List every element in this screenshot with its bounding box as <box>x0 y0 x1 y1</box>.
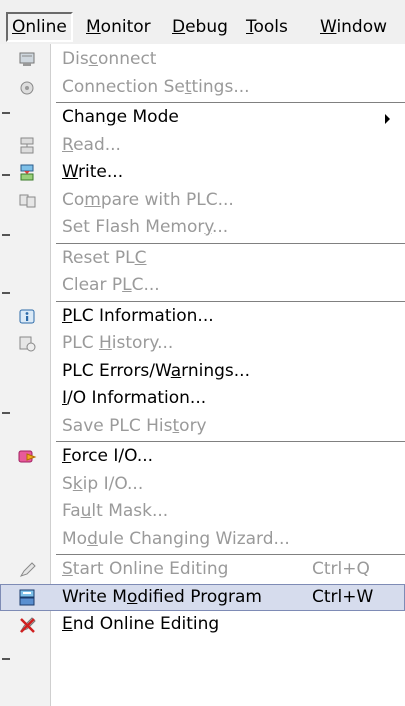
menu-bar: Online Monitor Debug Tools Window <box>0 0 405 44</box>
menu-item-write-modified-program[interactable]: Write Modified Program Ctrl+W <box>0 583 405 611</box>
menu-item-io-information[interactable]: I/O Information... <box>0 385 405 413</box>
submenu-arrow-icon <box>385 114 390 124</box>
menu-online[interactable]: Online <box>6 12 73 42</box>
menu-item-skip-io[interactable]: Skip I/O... <box>0 471 405 499</box>
menu-item-write[interactable]: Write... <box>0 159 405 187</box>
end-editing-icon <box>18 616 38 634</box>
menu-item-set-flash-memory[interactable]: Set Flash Memory... <box>0 214 405 242</box>
read-from-plc-icon <box>18 137 38 155</box>
menu-item-disconnect[interactable]: Disconnect <box>0 46 405 74</box>
menu-item-compare-with-plc[interactable]: Compare with PLC... <box>0 187 405 215</box>
start-editing-icon <box>18 561 38 579</box>
shortcut-label: Ctrl+Q <box>312 559 370 579</box>
disconnect-icon <box>18 51 38 69</box>
menu-monitor[interactable]: Monitor <box>86 14 151 40</box>
menu-item-end-online-editing[interactable]: End Online Editing <box>0 611 405 639</box>
online-dropdown-menu: Disconnect Connection Settings... Change… <box>0 44 405 706</box>
menu-item-clear-plc[interactable]: Clear PLC... <box>0 272 405 300</box>
menu-debug[interactable]: Debug <box>172 14 228 40</box>
menu-item-change-mode[interactable]: Change Mode <box>0 104 405 132</box>
menu-item-plc-errors-warnings[interactable]: PLC Errors/Warnings... <box>0 358 405 386</box>
write-to-plc-icon <box>18 164 38 182</box>
compare-icon <box>18 192 38 210</box>
write-modified-program-icon <box>18 589 38 607</box>
menu-window[interactable]: Window <box>320 14 387 40</box>
menu-tools[interactable]: Tools <box>246 14 288 40</box>
menu-item-fault-mask[interactable]: Fault Mask... <box>0 498 405 526</box>
menu-item-plc-history[interactable]: PLC History... <box>0 330 405 358</box>
menu-item-reset-plc[interactable]: Reset PLC <box>0 245 405 273</box>
shortcut-label: Ctrl+W <box>312 586 374 607</box>
menu-item-plc-information[interactable]: PLC Information... <box>0 303 405 331</box>
menu-item-start-online-editing[interactable]: Start Online Editing Ctrl+Q <box>0 556 405 584</box>
plc-information-icon <box>18 308 38 326</box>
menu-item-read[interactable]: Read... <box>0 132 405 160</box>
menu-item-force-io[interactable]: Force I/O... <box>0 443 405 471</box>
menu-item-module-changing-wizard[interactable]: Module Changing Wizard... <box>0 526 405 554</box>
online-menu-items: Disconnect Connection Settings... Change… <box>0 46 405 639</box>
menu-item-save-plc-history[interactable]: Save PLC History <box>0 413 405 441</box>
connection-settings-icon <box>18 79 38 97</box>
menu-item-connection-settings[interactable]: Connection Settings... <box>0 74 405 102</box>
force-io-icon <box>18 448 38 466</box>
plc-history-icon <box>18 335 38 353</box>
